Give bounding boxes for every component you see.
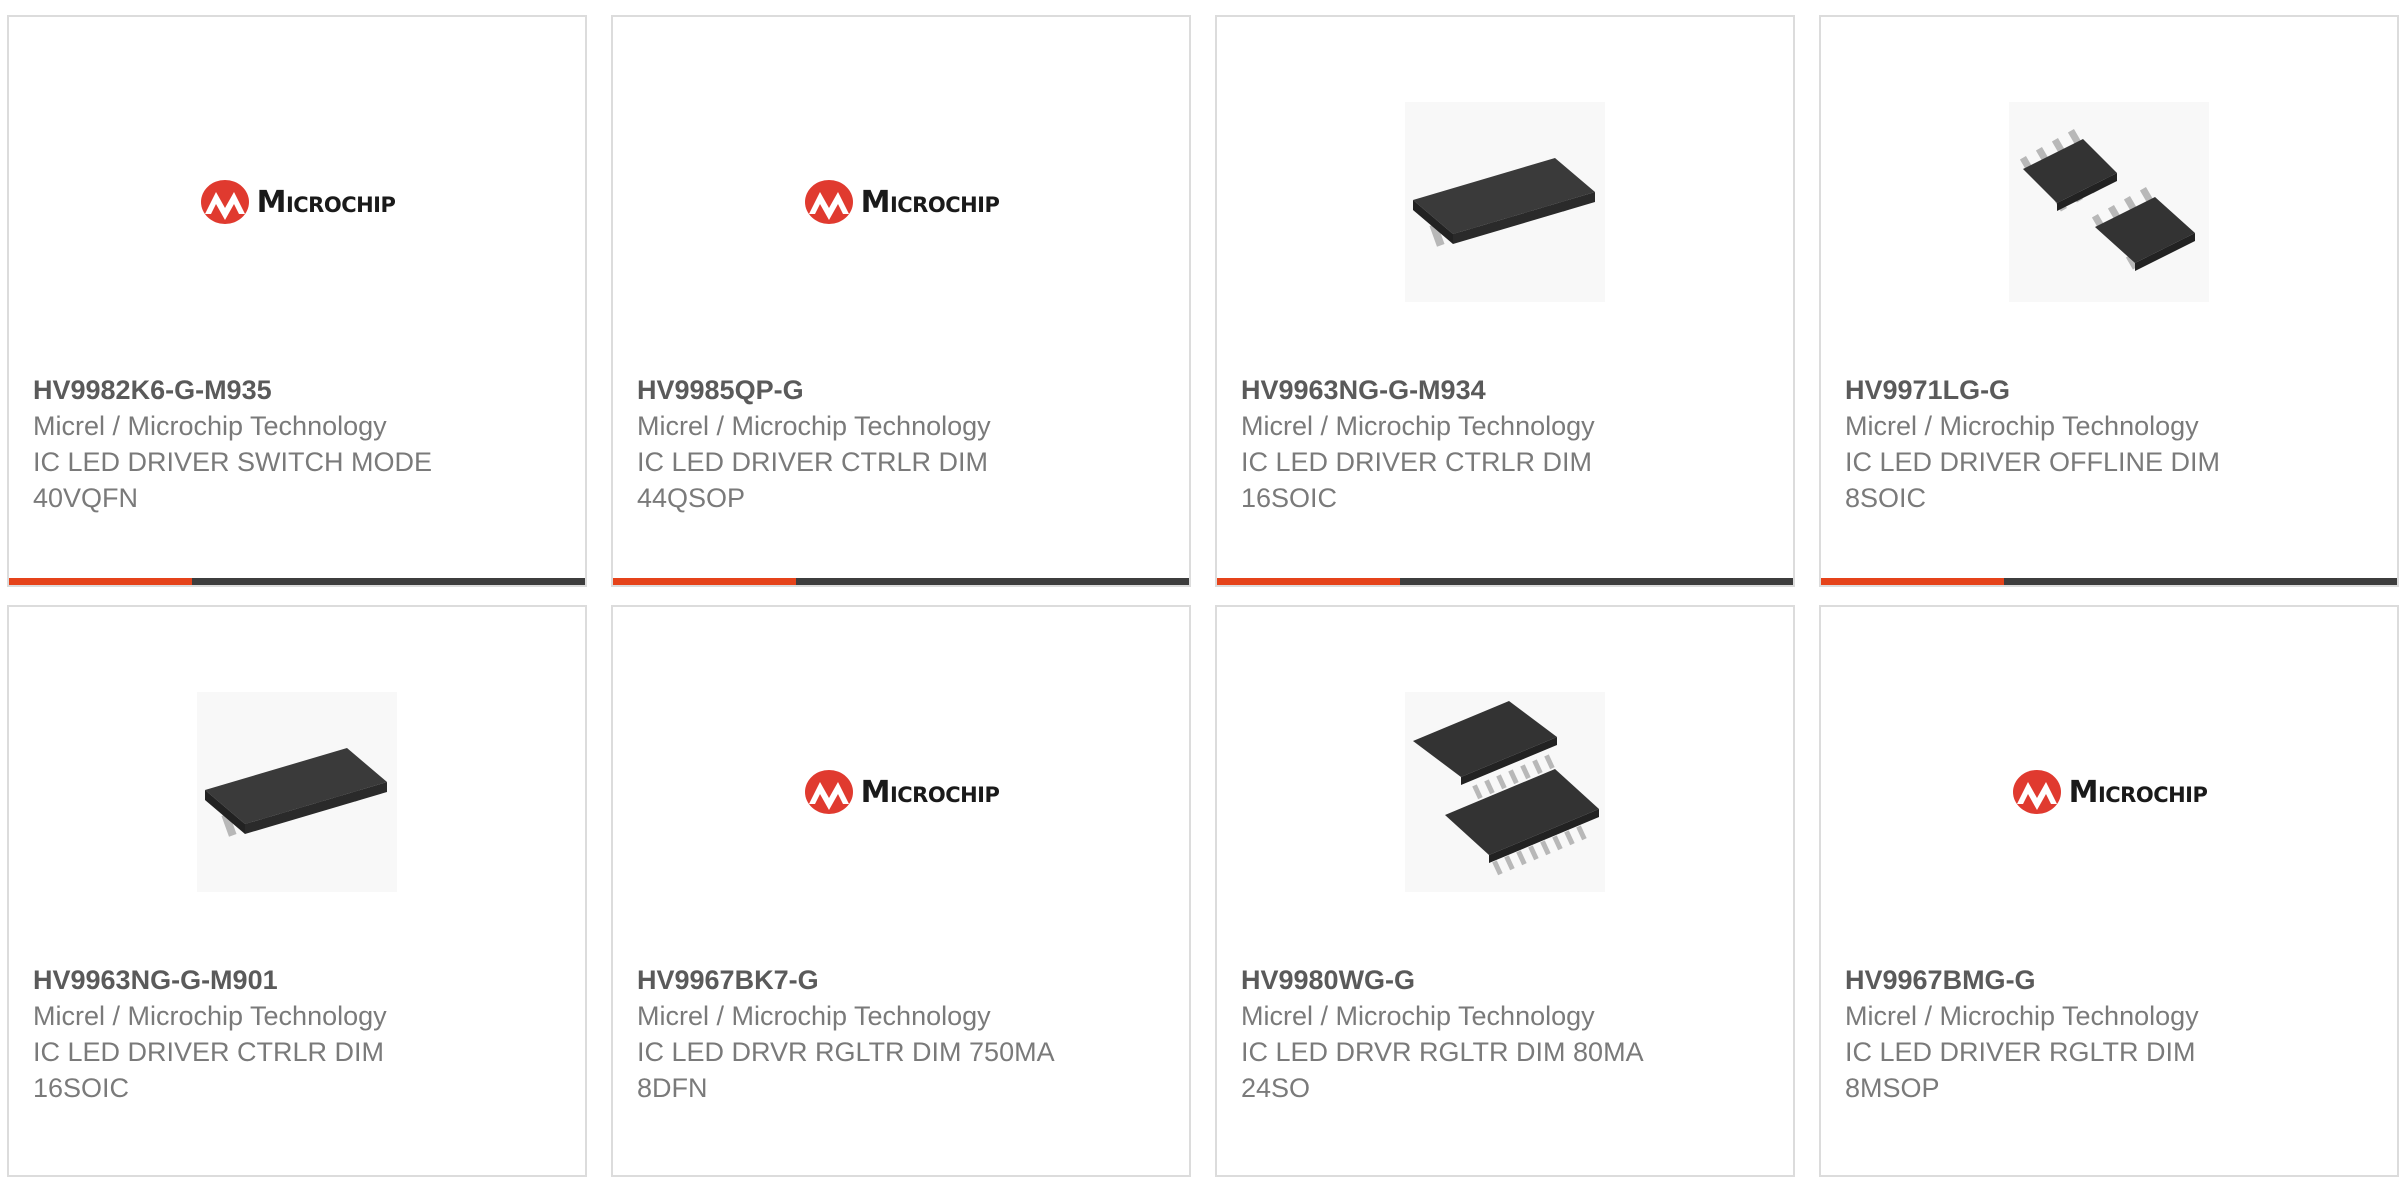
description: IC LED DRVR RGLTR DIM 80MA 24SO xyxy=(1241,1037,1643,1103)
card-bottom-bar xyxy=(1821,578,2397,585)
microchip-logo: Microchip xyxy=(803,768,1000,816)
product-card[interactable]: HV9971LG-G Micrel / Microchip Technology… xyxy=(1819,15,2399,587)
microchip-logo: Microchip xyxy=(803,178,1000,226)
soic-16-chip-photo xyxy=(197,692,397,892)
logo-text: Microchip xyxy=(860,184,1000,220)
description: IC LED DRIVER RGLTR DIM 8MSOP xyxy=(1845,1037,2196,1103)
soic-8-two-chips-photo xyxy=(2009,102,2209,302)
description: IC LED DRIVER CTRLR DIM 16SOIC xyxy=(33,1037,385,1103)
product-image: Microchip xyxy=(613,672,1189,912)
microchip-logo: Microchip xyxy=(2011,768,2208,816)
part-number[interactable]: HV9985QP-G xyxy=(637,372,1165,408)
microchip-logo: Microchip xyxy=(199,178,396,226)
product-card[interactable]: HV9963NG-G-M934 Micrel / Microchip Techn… xyxy=(1215,15,1795,587)
manufacturer: Micrel / Microchip Technology xyxy=(1845,411,2199,441)
logo-text: Microchip xyxy=(860,774,1000,810)
product-card[interactable]: Microchip HV9967BK7-G Micrel / Microchip… xyxy=(611,605,1191,1177)
part-number[interactable]: HV9963NG-G-M901 xyxy=(33,962,561,998)
product-image xyxy=(9,672,585,912)
part-number[interactable]: HV9967BMG-G xyxy=(1845,962,2373,998)
product-image: Microchip xyxy=(9,82,585,322)
product-card[interactable]: Microchip HV9985QP-G Micrel / Microchip … xyxy=(611,15,1191,587)
card-bottom-bar xyxy=(9,578,585,585)
manufacturer: Micrel / Microchip Technology xyxy=(33,411,387,441)
manufacturer: Micrel / Microchip Technology xyxy=(1845,1001,2199,1031)
part-number[interactable]: HV9982K6-G-M935 xyxy=(33,372,561,408)
product-card[interactable]: HV9963NG-G-M901 Micrel / Microchip Techn… xyxy=(7,605,587,1177)
product-image xyxy=(1217,82,1793,322)
product-image xyxy=(1217,672,1793,912)
card-bottom-bar xyxy=(613,578,1189,585)
so-24-two-chips-photo xyxy=(1405,692,1605,892)
part-number[interactable]: HV9971LG-G xyxy=(1845,372,2373,408)
product-image: Microchip xyxy=(1821,672,2397,912)
description: IC LED DRIVER CTRLR DIM 16SOIC xyxy=(1241,447,1593,513)
description: IC LED DRIVER OFFLINE DIM 8SOIC xyxy=(1845,447,2221,513)
part-number[interactable]: HV9980WG-G xyxy=(1241,962,1769,998)
soic-16-chip-photo xyxy=(1405,102,1605,302)
manufacturer: Micrel / Microchip Technology xyxy=(1241,411,1595,441)
manufacturer: Micrel / Microchip Technology xyxy=(33,1001,387,1031)
product-card[interactable]: Microchip HV9967BMG-G Micrel / Microchip… xyxy=(1819,605,2399,1177)
part-number[interactable]: HV9963NG-G-M934 xyxy=(1241,372,1769,408)
product-grid: Microchip HV9982K6-G-M935 Micrel / Micro… xyxy=(0,0,2400,1177)
product-card[interactable]: HV9980WG-G Micrel / Microchip Technology… xyxy=(1215,605,1795,1177)
part-number[interactable]: HV9967BK7-G xyxy=(637,962,1165,998)
logo-text: Microchip xyxy=(256,184,396,220)
manufacturer: Micrel / Microchip Technology xyxy=(637,411,991,441)
logo-text: Microchip xyxy=(2068,774,2208,810)
manufacturer: Micrel / Microchip Technology xyxy=(637,1001,991,1031)
product-image: Microchip xyxy=(613,82,1189,322)
description: IC LED DRIVER CTRLR DIM 44QSOP xyxy=(637,447,989,513)
product-image xyxy=(1821,82,2397,322)
description: IC LED DRVR RGLTR DIM 750MA 8DFN xyxy=(637,1037,1054,1103)
card-bottom-bar xyxy=(1217,578,1793,585)
product-card[interactable]: Microchip HV9982K6-G-M935 Micrel / Micro… xyxy=(7,15,587,587)
description: IC LED DRIVER SWITCH MODE 40VQFN xyxy=(33,447,433,513)
manufacturer: Micrel / Microchip Technology xyxy=(1241,1001,1595,1031)
